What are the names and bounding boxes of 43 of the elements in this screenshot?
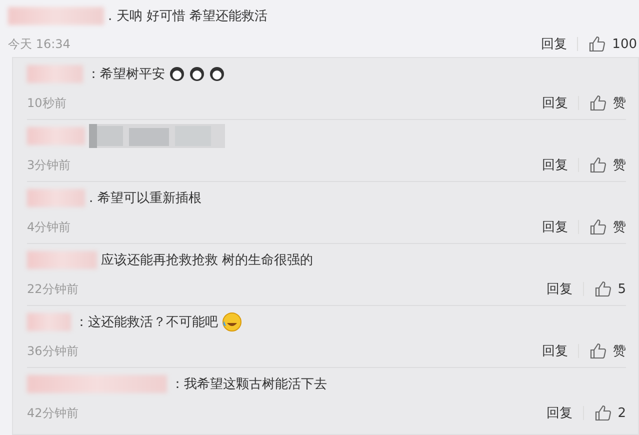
reply-link[interactable]: 回复 [546,280,573,298]
reply-link[interactable]: 回复 [542,218,568,236]
thumbs-up-icon [589,218,607,236]
like-button[interactable]: 赞 [589,218,626,236]
blurred-username [27,127,85,145]
reply-text: ：这还能救活？不可能吧 [75,314,218,331]
reply-link[interactable]: 回复 [542,156,568,174]
reply-link[interactable]: 回复 [542,94,568,112]
timestamp: 42分钟前 [27,404,78,422]
blurred-username [27,251,97,269]
like-button[interactable]: 赞 [589,94,626,112]
like-button[interactable]: 100 [588,35,637,53]
like-button[interactable]: 赞 [589,342,626,360]
reply-text: . 希望可以重新插根 [89,190,202,207]
blurred-username [27,65,83,83]
blurred-username [27,313,71,331]
emoji-icon [169,66,185,82]
timestamp: 36分钟前 [27,342,78,360]
comment-text: . 天呐 好可惜 希望还能救活 [108,8,268,25]
thumbs-up-icon [594,280,612,298]
blurred-username [27,189,85,207]
reply-link[interactable]: 回复 [541,35,568,53]
like-button[interactable]: 5 [594,280,626,298]
timestamp: 4分钟前 [27,218,71,236]
emoji-icon [189,66,205,82]
timestamp: 22分钟前 [27,280,78,298]
thumbs-up-icon [589,94,607,112]
reply-link[interactable]: 回复 [542,342,568,360]
thumbs-up-icon [589,342,607,360]
thumbs-up-icon [588,35,606,53]
reply-text: 应该还能再抢救抢救 树的生命很强的 [101,252,314,269]
reply-text: ：我希望这颗古树能活下去 [171,376,327,393]
timestamp: 3分钟前 [27,156,71,174]
emoji-icon [222,312,242,332]
timestamp: 10秒前 [27,94,66,112]
like-button[interactable]: 2 [594,404,626,422]
emoji-icon [209,66,225,82]
reply-link[interactable]: 回复 [546,404,573,422]
thumbs-up-icon [589,156,607,174]
reply-text: ：希望树平安 [87,66,165,83]
like-button[interactable]: 赞 [589,156,626,174]
thumbs-up-icon [594,404,612,422]
timestamp: 今天 16:34 [8,36,70,52]
